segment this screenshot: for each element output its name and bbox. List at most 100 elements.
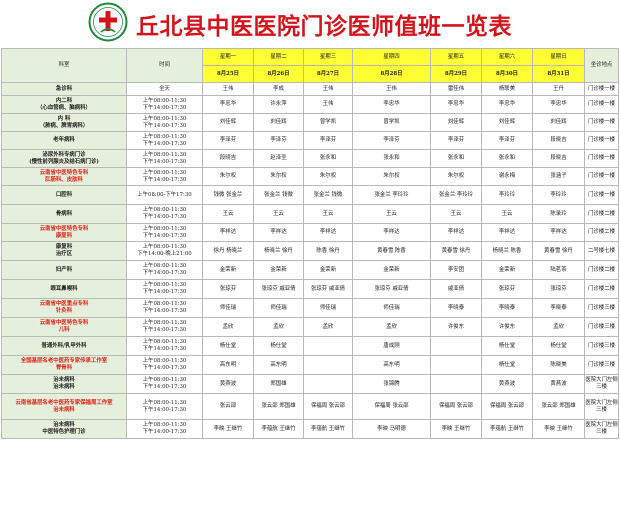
dept-cell-line: 老年病科 [53,137,75,144]
doctor-cell: 李映 王继竹 [202,419,254,439]
location-cell: 医院大门左侧 三楼 [584,374,619,394]
doctor-cell: 陈晓美 [532,355,585,375]
time-cell-line: 上午08:00-11:30 [142,97,187,104]
time-cell: 上午08:00-11:30 下午14:00-17:30 [126,355,203,375]
time-cell-line: 上午08:00-11:30 [142,225,187,232]
dept-cell: 眼耳鼻喉科 [1,279,127,299]
doctor-cell: 张琼芬 [481,279,533,299]
day-header: 星期五 [430,48,482,66]
table-row: 老年病科 上午08:00-11:30 下午14:00-17:30 李泽芬 李泽芬 李泽芬李… [1,131,619,150]
dept-cell: 治未病科 中医特色护理门诊 [1,419,127,439]
table-row: 云南省基层名老中医药专家保福周工作室 治未病科 上午08:00-11:30 下午14:… [1,393,619,420]
doctor-cell: 黄燕波 [532,374,585,394]
doctor-cell: 杨仕堂 [532,336,585,356]
doctor-cell: 许俊东 [481,317,533,337]
dept-cell: 口腔科 [1,185,127,205]
table-row: 内 科（肺病、脾胃病科） 上午08:00-11:30 下午14:00-17:30 刘佳… [1,113,619,132]
dept-cell-line: 云南省中医特色专科 [39,225,89,232]
dept-cell: 内 科（肺病、脾胃病科） [1,113,127,132]
location-cell-line: 门诊楼一楼 [588,101,615,108]
doctor-cell: 杨仕堂 [253,336,304,356]
doctor-cell [430,355,482,375]
doctor-cell: 杨仕堂 [202,336,254,356]
table-header-days: 科室 时间 星期一 星期二 星期三 星期四 星期五 星期六 星期日 坐诊地点 [1,48,619,83]
time-cell-line: 下午14:00-17:30 [142,384,187,390]
location-cell: 门诊楼一楼 [584,113,619,132]
time-cell-line: 上午08:00-11:30 [142,301,187,308]
dept-cell-line: 云南省中医特色专科 [39,320,89,327]
doctor-cell: 王伟 [202,82,254,96]
time-cell: 上午08:00-11:30 下午14:00-17:30 [126,317,203,337]
time-cell-line: 下午14:00-17:30 [142,429,187,435]
doctor-cell: 李成 [253,82,304,96]
time-cell-line: 上午08:00-11:30 [142,115,187,122]
doctor-cell: 朱尔权 [352,167,431,186]
doctor-cell: 张琼芬 [532,279,585,299]
dept-cell: 全国基层名老中医药专家传承工作室 脊骨科 [1,355,127,375]
location-cell-line: 门诊楼三楼 [588,323,615,330]
doctor-cell: 张云邵 郑国雄 [253,393,304,420]
location-cell-line: 门诊楼三楼 [588,304,615,311]
doctor-cell: 李映 王继竹 [532,419,585,439]
doctor-cell: 王伟 [303,95,353,114]
doctor-cell: 李蕴航 王继竹 [303,419,353,439]
time-cell: 上午08:00-11:30 下午14:00-17:30 [126,298,203,318]
time-cell-line: 下午14:00-17:30 [142,327,187,333]
time-cell: 上午08:00-11:30 下午14:00-17:30 [126,419,203,439]
doctor-cell: 刘佳辉 [202,113,254,132]
doctor-cell: 金荣新 [253,260,304,280]
time-cell-line: 下午14:00-17:30 [142,122,187,129]
doctor-cell: 李忠华 [352,95,431,114]
doctor-cell: 师佳瑞 [202,298,254,318]
dept-cell: 泌尿外科专病门诊 (慢性前列腺炎及结石病门诊) [1,149,127,168]
time-cell-line: 全天 [159,85,170,92]
doctor-cell: 李祥达 [430,223,482,242]
duty-schedule-table: 科室 时间 星期一 星期二 星期三 星期四 星期五 星期六 星期日 坐诊地点 8… [1,48,619,439]
doctor-cell: 张金兰 钱微 [253,185,304,205]
doctor-cell: 杨联美 [481,82,533,96]
doctor-cell: 赵泽圣 [253,149,304,168]
location-cell-line: 医院大门左侧 [585,422,618,429]
doctor-cell [430,336,482,356]
dept-cell-line: 儿科 [58,327,70,333]
time-cell-line: 上午08:00-11:30 [142,263,187,270]
doctor-cell: 李忠华 [202,95,254,114]
table-row: 内二科 （心血管病、脑病科） 上午08:00-11:30 下午14:00-17:30 李… [1,95,619,114]
date-header: 8月29日 [430,65,482,83]
time-cell: 上午08:00-11:30 下午14:00-17:30 [126,113,203,132]
doctor-cell: 保福周 张云邵 [303,393,353,420]
table-row: 眼耳鼻喉科 上午08:00-11:30 下午14:00-17:30 张琼芬 张琼芬 戚亚… [1,279,619,299]
time-cell-line: 下午14:00-17:30 [142,176,187,183]
time-cell-line: 上午08:00-11:30 [142,358,187,365]
time-cell: 上午08:00-11:30 下午14:00-17:30 [126,223,203,242]
hospital-logo-icon [88,2,128,42]
location-cell-line: 医院大门左侧 [585,377,618,384]
doctor-cell: 朱尔权 [303,167,353,186]
dept-column-header: 科室 [1,48,127,83]
time-cell: 上午08:00-11:30 下午14:00-17:30 [126,279,203,299]
table-row: 泌尿外科专病门诊 (慢性前列腺炎及结石病门诊) 上午08:00-11:30 下午14:… [1,149,619,168]
doctor-cell: 李泽芬 [430,131,482,150]
dept-cell: 云南省基层名老中医药专家保福周工作室 治未病科 [1,393,127,420]
time-cell: 上午08:00-下午17:30 [126,185,203,205]
time-cell: 上午08:00-11:30 下午14:00-17:30 [126,131,203,150]
doctor-cell: 张琼芬 戚亚倩 [352,279,431,299]
doctor-cell: 李忠华 [532,95,585,114]
time-cell: 上午08:00-11:30 下午14:00-17:30 [126,336,203,356]
doctor-cell [430,374,482,394]
doctor-cell: 保福周 张云邵 [430,393,482,420]
doctor-cell: 王云 [352,204,431,224]
schedule-body: 急诊科 全天 王伟 李成 王伟 王伟 雷佳伟 杨联美 王丹 门诊楼一楼 内二科 （心血管病、脑病科）上… [1,82,619,439]
doctor-cell: 杨晓兰 徐丹 [253,241,304,261]
dept-cell-line: 眼耳鼻喉科 [50,285,78,292]
time-cell-line: 上午08:00-11:30 [142,151,187,158]
doctor-cell: 李晓泰 [430,298,482,318]
doctor-cell: 王云 [202,204,254,224]
doctor-cell: 王伟 [303,82,353,96]
doctor-cell: 高东明 [202,355,254,375]
location-cell: 门诊楼一楼 [584,95,619,114]
dept-cell-line: 治疗区 [55,251,73,257]
time-cell-line: 下午14:00-17:30 [142,289,187,295]
location-cell-line: 门诊楼一楼 [588,119,615,126]
dept-cell-line: 康复科 [55,244,73,251]
